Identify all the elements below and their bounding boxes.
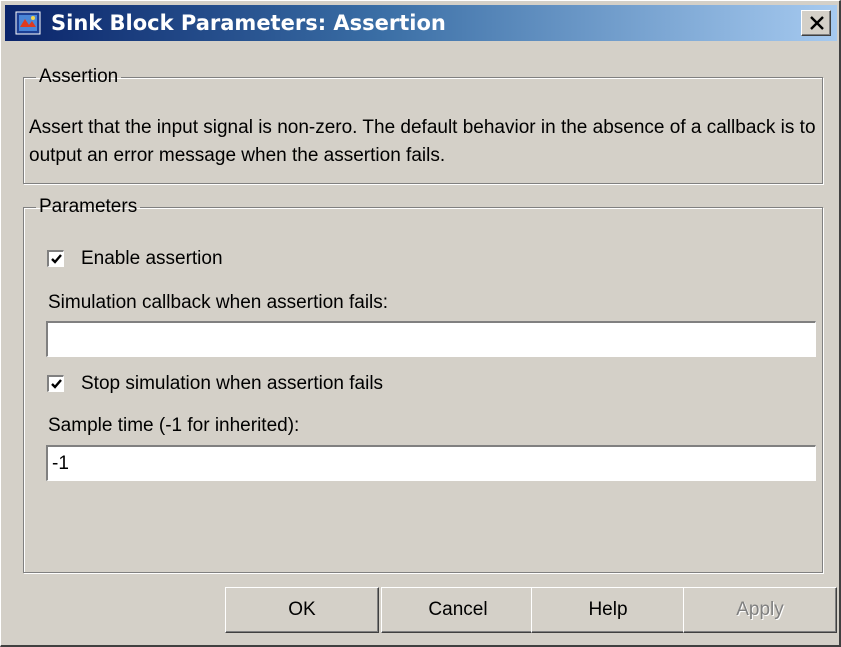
title-bar[interactable]: Sink Block Parameters: Assertion bbox=[5, 5, 837, 41]
callback-label: Simulation callback when assertion fails… bbox=[48, 292, 389, 313]
enable-assertion-checkbox[interactable] bbox=[47, 250, 64, 267]
parameters-legend: Parameters bbox=[39, 196, 138, 217]
ok-button[interactable]: OK bbox=[225, 587, 379, 633]
cancel-button[interactable]: Cancel bbox=[381, 587, 535, 633]
help-button[interactable]: Help bbox=[531, 587, 685, 633]
apply-button: Apply bbox=[683, 587, 837, 633]
stop-simulation-checkbox[interactable] bbox=[47, 375, 64, 392]
sample-time-input[interactable] bbox=[46, 445, 816, 481]
assertion-legend: Assertion bbox=[39, 66, 119, 87]
window-title: Sink Block Parameters: Assertion bbox=[51, 11, 446, 35]
simulink-block-icon bbox=[15, 11, 41, 35]
assertion-description: Assert that the input signal is non-zero… bbox=[29, 117, 816, 166]
close-button[interactable] bbox=[801, 10, 831, 36]
dialog-window: Sink Block Parameters: Assertion Asserti… bbox=[0, 0, 841, 647]
callback-input[interactable] bbox=[46, 321, 816, 357]
stop-simulation-label[interactable]: Stop simulation when assertion fails bbox=[81, 373, 383, 395]
enable-assertion-label[interactable]: Enable assertion bbox=[81, 248, 223, 270]
sample-time-label: Sample time (-1 for inherited): bbox=[48, 415, 300, 436]
